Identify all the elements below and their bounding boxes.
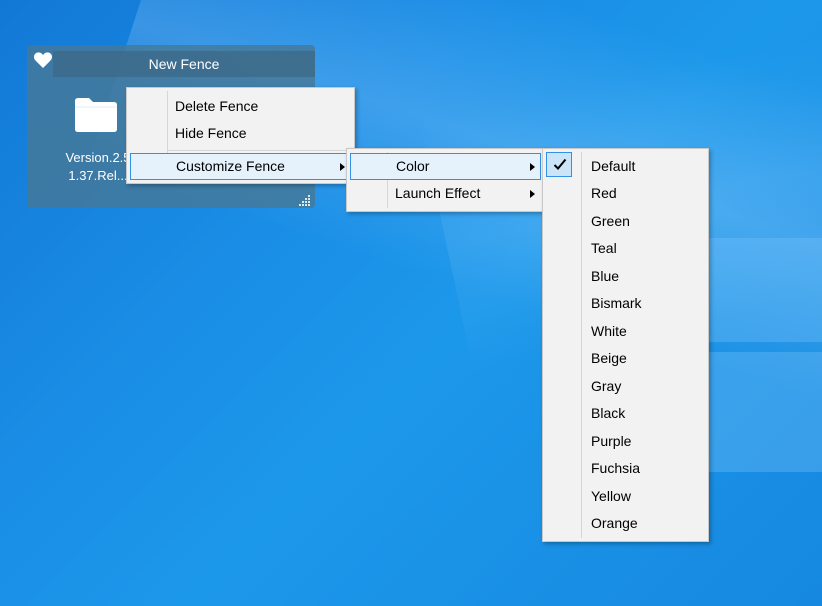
color-option-label: Teal — [591, 240, 617, 256]
color-submenu: Default Red Green Teal Blue Bismark Whit… — [542, 148, 709, 542]
menu-item-color[interactable]: Color — [350, 153, 541, 180]
wallpaper-logo-pane — [705, 238, 822, 342]
menu-item-launch-effect[interactable]: Launch Effect — [350, 180, 541, 207]
color-option-purple[interactable]: Purple — [546, 428, 705, 455]
chevron-right-icon — [340, 162, 345, 171]
color-option-gray[interactable]: Gray — [546, 373, 705, 400]
color-option-blue[interactable]: Blue — [546, 263, 705, 290]
customize-submenu: Color Launch Effect — [346, 148, 545, 212]
menu-item-label: Hide Fence — [175, 125, 247, 141]
color-option-label: Blue — [591, 268, 620, 284]
color-option-label: Orange — [591, 515, 638, 531]
heart-icon[interactable] — [33, 51, 53, 69]
fence-title: New Fence — [148, 56, 220, 72]
menu-separator — [167, 150, 351, 151]
color-option-label: Gray — [591, 378, 622, 394]
menu-item-delete-fence[interactable]: Delete Fence — [130, 93, 351, 120]
wallpaper-logo-pane — [705, 352, 822, 472]
color-option-label: Black — [591, 405, 626, 421]
color-option-white[interactable]: White — [546, 318, 705, 345]
color-option-green[interactable]: Green — [546, 208, 705, 235]
color-option-black[interactable]: Black — [546, 400, 705, 427]
color-option-default[interactable]: Default — [546, 153, 705, 180]
color-option-fuchsia[interactable]: Fuchsia — [546, 455, 705, 482]
color-option-red[interactable]: Red — [546, 180, 705, 207]
color-option-beige[interactable]: Beige — [546, 345, 705, 372]
color-option-label: White — [591, 323, 627, 339]
menu-item-label: Customize Fence — [176, 158, 285, 174]
color-option-label: Fuchsia — [591, 460, 641, 476]
menu-item-label: Color — [396, 158, 430, 174]
folder-icon[interactable] — [74, 97, 118, 133]
color-option-label: Red — [591, 185, 617, 201]
color-option-label: Green — [591, 213, 630, 229]
chevron-right-icon — [530, 189, 535, 198]
menu-item-label: Launch Effect — [395, 185, 481, 201]
menu-item-label: Delete Fence — [175, 98, 259, 114]
chevron-right-icon — [530, 162, 535, 171]
menu-item-customize-fence[interactable]: Customize Fence — [130, 153, 351, 180]
color-option-label: Beige — [591, 350, 627, 366]
color-option-label: Yellow — [591, 488, 631, 504]
color-option-label: Default — [591, 158, 636, 174]
color-option-label: Purple — [591, 433, 632, 449]
menu-item-hide-fence[interactable]: Hide Fence — [130, 120, 351, 147]
color-option-yellow[interactable]: Yellow — [546, 483, 705, 510]
color-option-orange[interactable]: Orange — [546, 510, 705, 537]
color-option-bismark[interactable]: Bismark — [546, 290, 705, 317]
color-option-label: Bismark — [591, 295, 642, 311]
resize-grip-icon[interactable] — [299, 193, 311, 206]
fence-context-menu: Delete Fence Hide Fence Customize Fence — [126, 87, 355, 184]
color-option-teal[interactable]: Teal — [546, 235, 705, 262]
